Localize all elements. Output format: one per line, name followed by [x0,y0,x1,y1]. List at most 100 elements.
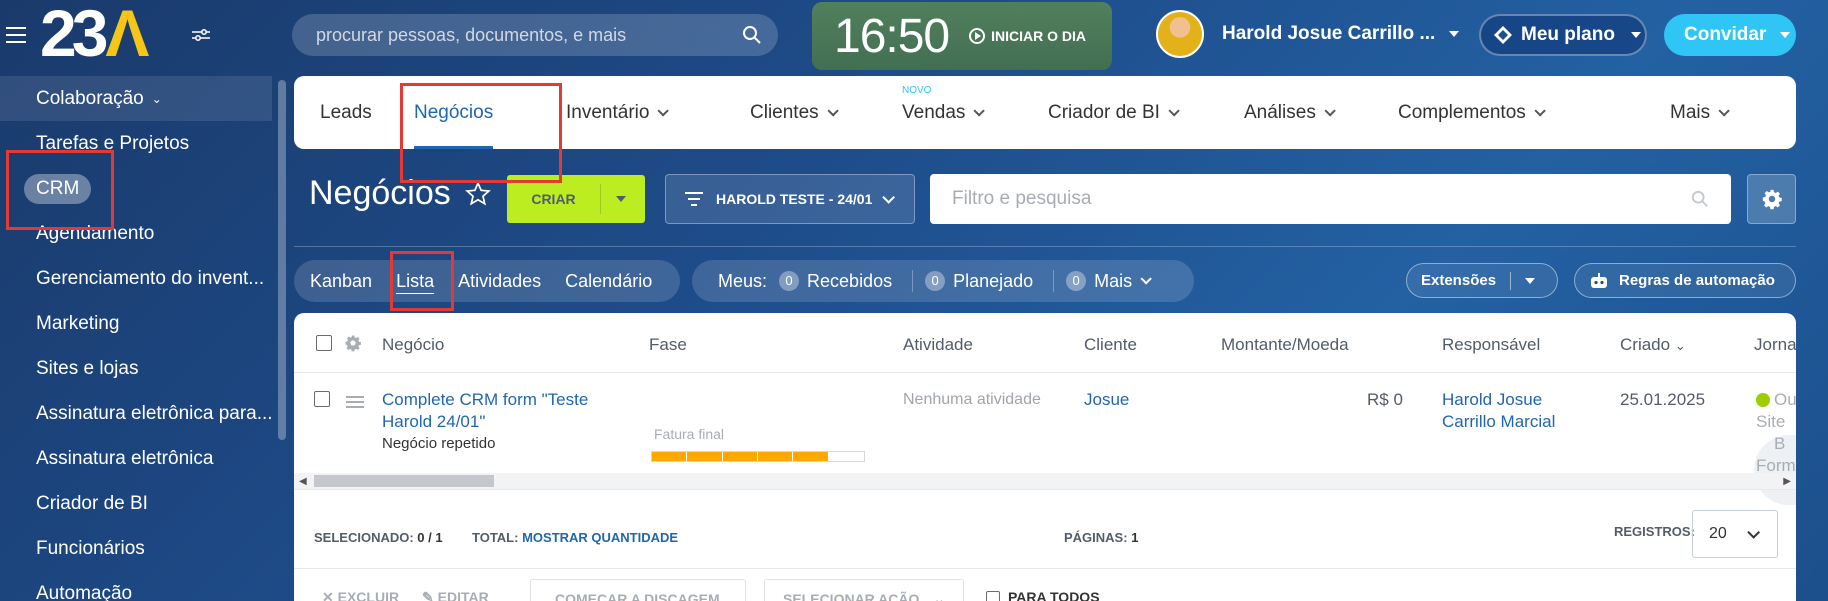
create-button[interactable]: CRIAR [507,175,645,223]
view-activities[interactable]: Atividades [458,271,541,292]
diamond-icon [1494,26,1512,44]
sidebar-item-automation[interactable]: Automação [0,571,272,601]
horizontal-scrollbar[interactable]: ◀ ▶ [294,473,1796,489]
settings-sliders-icon[interactable] [192,28,210,42]
tab-bi-builder[interactable]: Criador de BI [1048,76,1180,149]
counter-received[interactable]: Recebidos [807,271,892,292]
row-checkbox[interactable] [314,391,330,407]
tab-more[interactable]: Mais [1670,76,1730,149]
deal-link[interactable]: Complete CRM form "Teste Harold 24/01" [382,389,588,433]
extensions-button[interactable]: Extensões [1406,263,1558,298]
column-header-responsible[interactable]: Responsável [1442,335,1540,355]
column-header-label: Criado [1620,335,1671,354]
records-per-page-select[interactable]: 20 [1692,510,1778,558]
edit-button[interactable]: ✎ EDITAR [422,589,489,601]
column-header-amount[interactable]: Montante/Moeda [1221,335,1349,355]
sidebar-item-crm[interactable]: CRM [0,166,272,211]
start-dialing-button[interactable]: COMEÇAR A DISCAGEM [530,579,746,601]
chevron-down-icon[interactable] [1449,31,1460,37]
filter-search-input[interactable] [952,188,1691,210]
table-row[interactable]: Complete CRM form "Teste Harold 24/01" Ne… [294,373,1796,505]
invite-label: Convidar [1684,24,1767,45]
column-header-deal[interactable]: Negócio [382,335,444,355]
scroll-left-icon[interactable]: ◀ [299,476,307,487]
responsible-link[interactable]: Harold Josue Carrillo Marcial [1442,389,1555,433]
bulk-actions: ✕ EXCLUIR ✎ EDITAR COMEÇAR A DISCAGEM SE… [294,571,1796,601]
tab-addons[interactable]: Complementos [1398,76,1546,149]
my-plan-button[interactable]: Meu plano [1479,14,1647,56]
client-link[interactable]: Josue [1084,389,1129,411]
scrollbar-thumb[interactable] [314,475,494,487]
column-header-journal[interactable]: Jorna [1754,335,1796,355]
tab-label: Criador de BI [1048,101,1160,123]
amount-cell: R$ 0 [1367,390,1403,409]
tab-clients[interactable]: Clientes [750,76,839,149]
sidebar-item-marketing[interactable]: Marketing [0,301,272,346]
stage-segment[interactable] [652,452,688,461]
stage-segment[interactable] [687,452,723,461]
search-input[interactable] [316,24,742,46]
menu-icon[interactable] [6,27,26,43]
logo[interactable]: 23 Λ [40,0,149,70]
for-all-label[interactable]: PARA TODOS [1008,589,1100,601]
user-name[interactable]: Harold Josue Carrillo ... [1222,23,1435,45]
tab-analytics[interactable]: Análises [1244,76,1336,149]
search-icon[interactable] [1691,190,1709,208]
sidebar-item-tasks[interactable]: Tarefas e Projetos [0,121,272,166]
tab-inventory[interactable]: Inventário [566,76,670,149]
start-day-button[interactable]: INICIAR O DIA [969,28,1086,44]
settings-button[interactable] [1747,174,1796,224]
tab-leads[interactable]: Leads [320,76,372,149]
column-header-activity[interactable]: Atividade [903,335,973,355]
stage-segment[interactable] [828,452,864,461]
show-quantity-link[interactable]: MOSTRAR QUANTIDADE [522,530,678,545]
view-kanban[interactable]: Kanban [310,271,372,292]
column-header-stage[interactable]: Fase [649,335,687,355]
stage-progress-bar[interactable] [651,451,865,462]
stage-segment[interactable] [793,452,829,461]
counter-more[interactable]: Mais [1094,271,1132,292]
automation-rules-button[interactable]: Regras de automação [1574,263,1796,298]
global-search[interactable] [292,14,778,56]
sidebar-item-esign-for[interactable]: Assinatura eletrônica para... [0,391,272,436]
sidebar-item-inventory[interactable]: Gerenciamento do invent... [0,256,272,301]
gear-icon[interactable] [344,334,362,352]
delete-button[interactable]: ✕ EXCLUIR [322,589,399,601]
for-all-checkbox[interactable] [986,591,1000,601]
sidebar-item-scheduling[interactable]: Agendamento [0,211,272,256]
select-all-checkbox[interactable] [316,335,332,351]
drag-handle-icon[interactable] [346,395,364,409]
sidebar-item-bi-builder[interactable]: Criador de BI [0,481,272,526]
sidebar-item-esign[interactable]: Assinatura eletrônica [0,436,272,481]
invite-button[interactable]: Convidar [1664,14,1796,56]
scroll-right-icon[interactable]: ▶ [1783,476,1791,487]
chevron-down-icon[interactable] [616,196,626,202]
sidebar-scrollbar[interactable] [278,80,286,440]
chevron-down-icon [1534,104,1546,117]
stage-segment[interactable] [722,452,758,461]
sidebar-item-collaboration[interactable]: Colaboração ⌄ [0,76,272,121]
search-icon[interactable] [742,25,762,45]
sidebar-item-label: Sites e lojas [36,357,139,379]
filter-search[interactable] [930,174,1731,224]
column-header-client[interactable]: Cliente [1084,335,1137,355]
select-action-dropdown[interactable]: SELECIONAR AÇÃO ⌄ [764,579,964,601]
avatar[interactable] [1156,10,1204,58]
chevron-down-icon[interactable] [1140,273,1152,285]
view-list[interactable]: Lista [396,271,434,292]
counter-planned[interactable]: Planejado [953,271,1033,292]
sidebar-item-employees[interactable]: Funcionários [0,526,272,571]
user-menu[interactable]: Harold Josue Carrillo ... [1156,10,1460,58]
star-icon[interactable] [464,180,491,207]
column-header-created[interactable]: Criado ⌄ [1620,335,1686,355]
chevron-down-icon[interactable] [1525,277,1536,284]
tab-deals[interactable]: Negócios [414,76,494,149]
sidebar-item-sites[interactable]: Sites e lojas [0,346,272,391]
view-calendar[interactable]: Calendário [565,271,652,292]
work-day-widget[interactable]: 16:50 INICIAR O DIA [812,2,1112,70]
counter-badge: 0 [925,271,946,291]
stage-segment[interactable] [757,452,794,461]
tab-sales[interactable]: NOVO Vendas [902,76,986,149]
start-day-label: INICIAR O DIA [991,28,1087,44]
filter-preset-button[interactable]: HAROLD TESTE - 24/01 [665,174,915,224]
